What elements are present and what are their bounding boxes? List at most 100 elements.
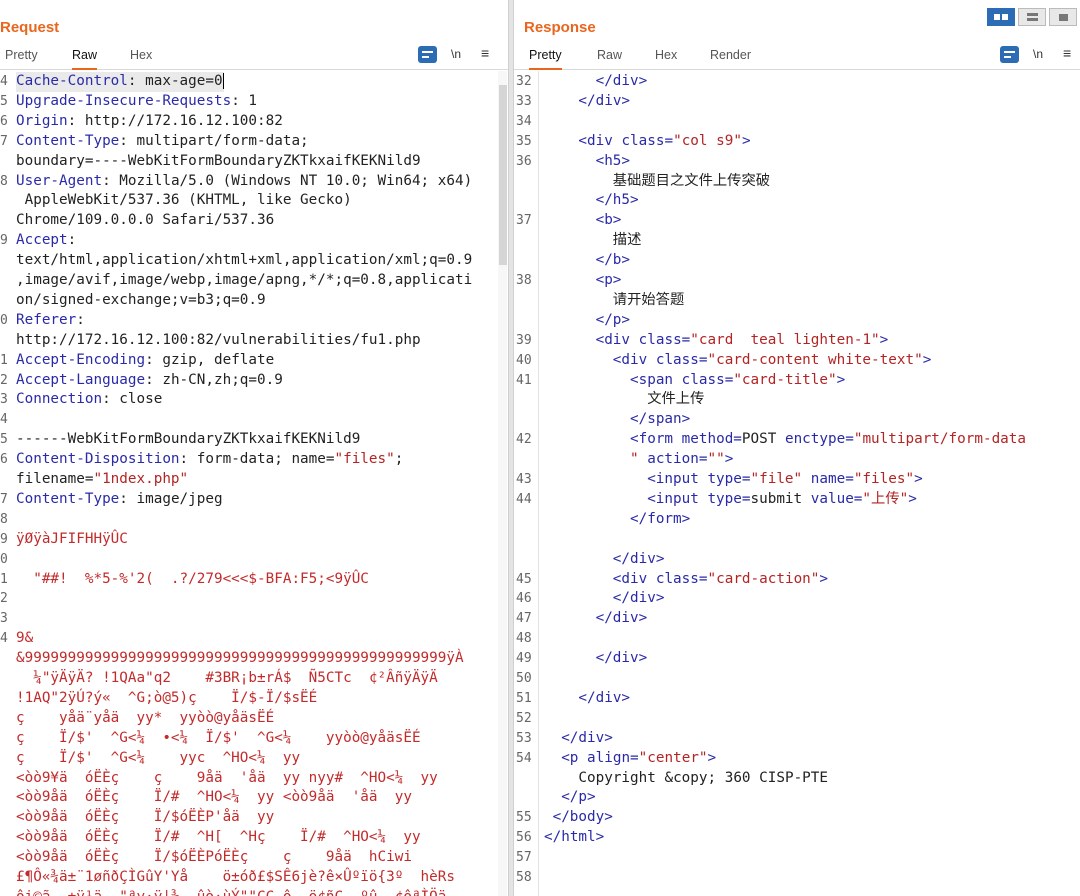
line-number: 50	[516, 671, 532, 686]
hamburger-menu-icon[interactable]: ≡	[481, 45, 489, 61]
code-token: "##! %*5-%'2( .?/279<<<$-BFA:F5;<9ÿÛC	[16, 570, 369, 587]
code-line: </div>	[561, 729, 613, 749]
request-scroll-thumb[interactable]	[499, 85, 507, 265]
code-token: <òò9åä óËÈç Ï/$óËÈP'åä yy	[16, 809, 275, 826]
side-by-side-view-icon[interactable]	[987, 8, 1015, 26]
word-wrap-icon[interactable]	[1000, 46, 1019, 63]
code-line: 文件上传	[647, 390, 704, 410]
code-token: class=	[621, 132, 674, 149]
code-line: </body>	[553, 808, 613, 828]
response-tab-pretty[interactable]: Pretty	[529, 48, 562, 70]
code-token: class=	[655, 570, 708, 587]
code-token: : http://172.16.12.100:82	[67, 112, 283, 129]
request-tab-pretty[interactable]: Pretty	[5, 48, 38, 70]
code-token: boundary=----WebKitFormBoundaryZKTkxaifK…	[16, 152, 421, 169]
code-token: >	[819, 570, 829, 587]
code-line: <òò9åä óËÈç Ï/$óËÈP'åä yy	[16, 808, 274, 828]
hamburger-menu-icon[interactable]: ≡	[1063, 45, 1071, 61]
code-token: 9&	[16, 630, 34, 647]
code-line: <òò9åä óËÈç Ï/# ^H[ ^Hç Ï/# ^HO<¼ yy	[16, 828, 421, 848]
code-token: "multipart/form-data	[853, 431, 1026, 448]
code-token: ¼"ÿÄÿÄ? !1QAa"q2 #3BR¡b±rÁ$ Ñ5CTc ¢²ÂñÿÄ…	[16, 670, 438, 686]
line-number: 3	[0, 392, 8, 408]
code-token: <div	[612, 351, 656, 368]
word-wrap-icon[interactable]	[418, 46, 437, 63]
request-tab-raw[interactable]: Raw	[72, 48, 98, 70]
code-token: Cache-Control	[16, 73, 128, 89]
code-line: Accept:	[16, 231, 76, 251]
code-line: Content-Type: image/jpeg	[16, 490, 223, 510]
code-line: </h5>	[596, 191, 639, 211]
code-token: : max-age=0	[127, 73, 223, 89]
request-title: Request	[0, 19, 60, 36]
code-token: £¶Ô«¾ä±¨1øñðÇÌGûY'Yå ö±óð£$SÊ6jè?ê×Ûºïö{…	[16, 869, 455, 885]
code-line: <òò9åä óËÈç Ï/$óËÈPóËÈç ç 9åä hCiwi	[16, 848, 412, 868]
code-token: </div>	[595, 650, 648, 667]
line-number: 46	[516, 591, 532, 607]
code-line: ç Ï/$' ^G<¼ yyc ^HO<¼ yy	[16, 749, 300, 769]
request-tab-hex[interactable]: Hex	[130, 48, 152, 70]
code-line: Upgrade-Insecure-Requests: 1	[16, 92, 257, 112]
code-token: AppleWebKit/537.36 (KHTML, like Gecko)	[16, 192, 352, 209]
code-token: submit	[750, 490, 811, 507]
line-number: 54	[516, 750, 532, 766]
code-line: &999999999999999999999999999999999999999…	[16, 649, 464, 669]
code-token: </html>	[544, 829, 605, 846]
code-line: Referer:	[16, 311, 85, 331]
code-line: ÿØÿàJFIFHHÿÛC	[16, 530, 128, 550]
line-number: 45	[516, 571, 532, 587]
line-number: 47	[516, 611, 532, 627]
code-token: </div>	[578, 689, 631, 706]
code-line: <òò9¥ä óËÈç ç 9åä 'åä yy nyy# ^HO<¼ yy	[16, 769, 438, 789]
newline-toggle[interactable]: \n	[1033, 47, 1043, 61]
code-line: ¼"ÿÄÿÄ? !1QAa"q2 #3BR¡b±rÁ$ Ñ5CTc ¢²ÂñÿÄ…	[16, 669, 438, 689]
code-line: 9&	[16, 629, 33, 649]
response-viewer[interactable]: 32 </div> 33 </div> 34 35 <div class="col s9">…	[514, 71, 1080, 896]
request-editor[interactable]: 4 Cache-Control: max-age=0 5 Upgrade-Insecu…	[0, 71, 508, 896]
line-number: 8	[0, 173, 8, 189]
code-line: Content-Disposition: form-data; name="fi…	[16, 450, 403, 470]
code-line: </div>	[596, 609, 648, 629]
line-number: 44	[516, 491, 532, 507]
code-token: </div>	[578, 92, 631, 109]
code-line: </div>	[596, 649, 648, 669]
code-line: ,image/avif,image/webp,image/apng,*/*;q=…	[16, 271, 472, 291]
code-token: <div	[595, 331, 639, 348]
code-line: !1AQ"2ÿÚ?ý« ^G;ò@5)ç Ï/$-Ï/$sËÉ	[16, 689, 317, 709]
response-tab-render[interactable]: Render	[710, 48, 751, 70]
code-token: <div	[578, 132, 622, 149]
single-view-icon[interactable]	[1049, 8, 1077, 26]
code-line: </div>	[613, 550, 665, 570]
code-token: "card-action"	[707, 570, 820, 587]
request-scrollbar[interactable]	[498, 71, 507, 896]
code-token: :	[76, 311, 85, 328]
code-line: ç yåä¨yåä yy* yyòò@yåäsËÉ	[16, 709, 274, 729]
code-token: ,image/avif,image/webp,image/apng,*/*;q=…	[16, 272, 473, 288]
code-token: </div>	[595, 73, 648, 89]
response-tabbar: Pretty Raw Hex Render \n ≡	[514, 42, 1080, 70]
code-token: </div>	[595, 610, 648, 627]
response-tab-raw[interactable]: Raw	[597, 48, 622, 70]
code-token: ÿØÿàJFIFHHÿÛC	[16, 530, 128, 547]
code-line: 请开始答题	[613, 291, 684, 311]
code-line: <div class="card-content white-text">	[613, 351, 932, 371]
line-number: 33	[516, 93, 532, 109]
request-tabbar: Pretty Raw Hex \n ≡	[0, 42, 508, 70]
horizontal-view-icon[interactable]	[1018, 8, 1046, 26]
code-token: : 1	[231, 92, 258, 109]
code-token: enctype=	[784, 431, 854, 448]
line-number: 49	[516, 651, 532, 667]
newline-toggle[interactable]: \n	[451, 47, 461, 61]
response-tab-hex[interactable]: Hex	[655, 48, 677, 70]
line-number: 40	[516, 352, 532, 368]
code-line: <b>	[596, 211, 622, 231]
code-token: </form>	[630, 510, 691, 527]
line-number: 32	[516, 74, 532, 89]
line-number: 4	[0, 631, 8, 647]
code-line: Content-Type: multipart/form-data;	[16, 132, 309, 152]
code-token: >	[724, 451, 734, 468]
code-token: </b>	[595, 252, 631, 269]
code-token: Content-Type	[16, 132, 120, 149]
code-line: <span class="card-title">	[630, 371, 845, 391]
line-number: 6	[0, 452, 8, 468]
